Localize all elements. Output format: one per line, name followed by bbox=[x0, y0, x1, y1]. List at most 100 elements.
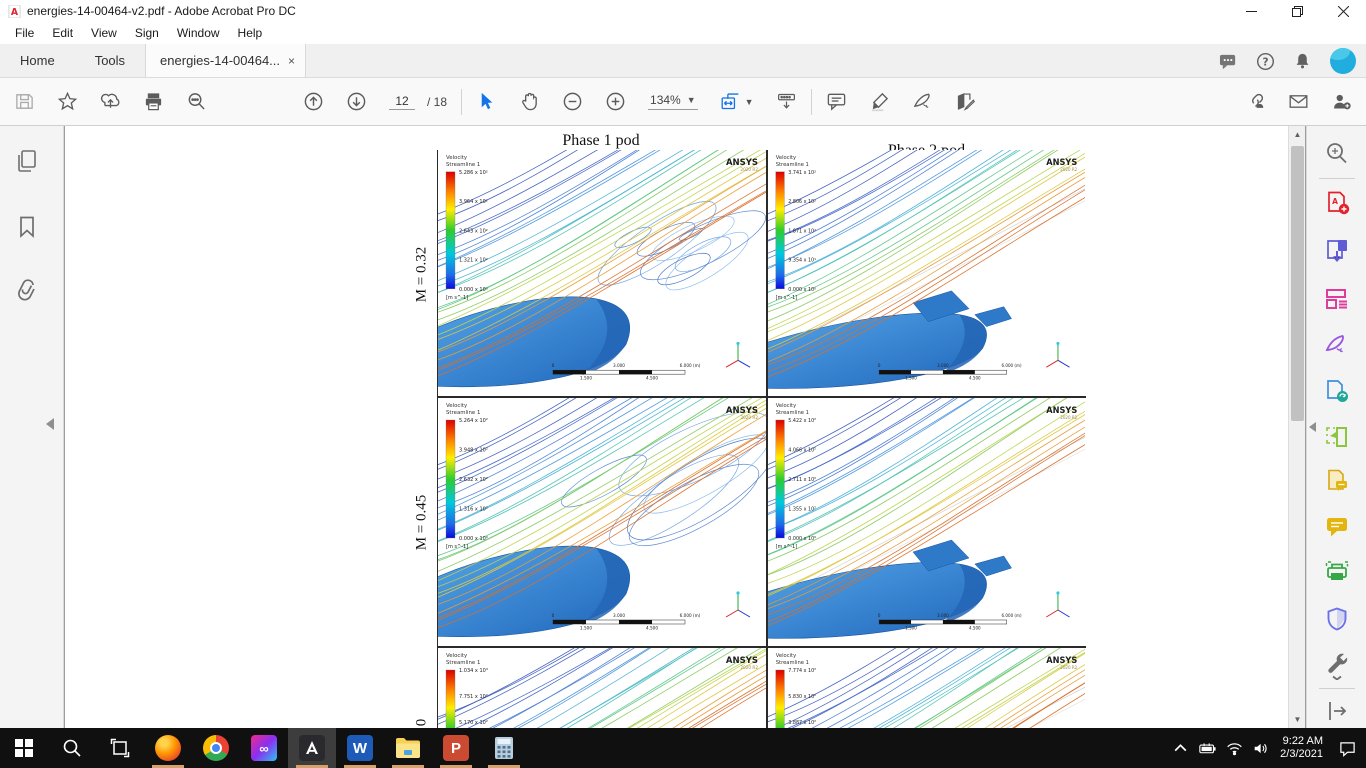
fill-sign-icon[interactable] bbox=[912, 91, 933, 112]
colorbar-tick: 0.000 x 10⁰ bbox=[459, 536, 488, 542]
help-icon[interactable]: ? bbox=[1256, 52, 1275, 71]
email-icon[interactable] bbox=[1288, 91, 1309, 112]
hand-tool-icon[interactable] bbox=[519, 91, 540, 112]
cfd-panel-phase1-m032: Velocity Streamline 1 5.286 x 10²3.964 x… bbox=[438, 150, 766, 396]
svg-text:?: ? bbox=[1262, 56, 1268, 68]
review-document-icon[interactable] bbox=[1324, 468, 1350, 494]
print-icon[interactable] bbox=[143, 91, 164, 112]
menu-sign[interactable]: Sign bbox=[126, 24, 168, 42]
pdf-page: Phase 1 pod Phase 2 pod M = 0.32 M = 0.4… bbox=[65, 126, 1288, 728]
crop-pages-icon[interactable] bbox=[1324, 424, 1350, 450]
save-icon[interactable] bbox=[14, 91, 35, 112]
scroll-down-icon[interactable]: ▼ bbox=[1289, 711, 1306, 728]
bookmarks-icon[interactable] bbox=[14, 214, 40, 240]
scroll-up-icon[interactable]: ▲ bbox=[1289, 126, 1306, 143]
page-display-menu-icon[interactable] bbox=[776, 91, 797, 112]
share-person-icon[interactable] bbox=[1331, 91, 1352, 112]
action-center-icon[interactable] bbox=[1339, 740, 1356, 757]
surface-streamlines bbox=[438, 648, 766, 728]
select-tool-icon[interactable] bbox=[476, 91, 497, 112]
menu-view[interactable]: View bbox=[82, 24, 126, 42]
search-tools-icon[interactable] bbox=[1324, 140, 1350, 166]
account-avatar[interactable] bbox=[1330, 48, 1356, 74]
notifications-bell-icon[interactable] bbox=[1293, 52, 1312, 71]
previous-page-icon[interactable] bbox=[303, 91, 324, 112]
star-bookmark-icon[interactable] bbox=[57, 91, 78, 112]
start-button[interactable] bbox=[0, 728, 48, 768]
comment-icon[interactable] bbox=[826, 91, 847, 112]
svg-text:1.500: 1.500 bbox=[905, 625, 917, 630]
svg-text:Streamline 1: Streamline 1 bbox=[776, 162, 809, 168]
tab-tools[interactable]: Tools bbox=[75, 44, 145, 77]
minimize-button[interactable] bbox=[1228, 0, 1274, 22]
search-icon[interactable] bbox=[186, 91, 207, 112]
menu-window[interactable]: Window bbox=[168, 24, 229, 42]
menu-help[interactable]: Help bbox=[229, 24, 272, 42]
colorbar-tick: 0.000 x 10⁰ bbox=[459, 287, 488, 293]
feedback-chat-icon[interactable] bbox=[1219, 52, 1238, 71]
share-link-icon[interactable] bbox=[1245, 91, 1266, 112]
taskbar-chrome[interactable] bbox=[192, 728, 240, 768]
attachments-icon[interactable] bbox=[14, 278, 40, 304]
task-view-button[interactable] bbox=[96, 728, 144, 768]
colorbar-tick: 7.751 x 10² bbox=[459, 694, 488, 700]
more-tools-wrench-icon[interactable] bbox=[1324, 650, 1350, 680]
main-toolbar: 12 / 18 134% ▼ ▼ bbox=[0, 78, 1366, 126]
fill-sign-tool-icon[interactable] bbox=[1324, 332, 1350, 358]
taskbar-powerpoint[interactable]: P bbox=[432, 728, 480, 768]
battery-icon[interactable] bbox=[1199, 740, 1216, 757]
zoom-in-icon[interactable] bbox=[605, 91, 626, 112]
tab-close-icon[interactable]: × bbox=[288, 54, 295, 68]
taskbar-clock[interactable]: 9:22 AM 2/3/2021 bbox=[1280, 735, 1323, 761]
taskbar-creative-cloud[interactable]: ∞ bbox=[240, 728, 288, 768]
colorbar-units: [m s^-1] bbox=[776, 295, 797, 301]
wifi-icon[interactable] bbox=[1226, 740, 1243, 757]
zoom-out-icon[interactable] bbox=[562, 91, 583, 112]
row-label-m032: M = 0.32 bbox=[414, 225, 431, 325]
next-page-icon[interactable] bbox=[346, 91, 367, 112]
fit-width-icon[interactable]: ▼ bbox=[720, 91, 754, 112]
create-pdf-icon[interactable]: A bbox=[1324, 190, 1350, 216]
send-for-comments-icon[interactable] bbox=[1324, 378, 1350, 404]
svg-text:Streamline 1: Streamline 1 bbox=[776, 660, 809, 666]
taskbar-file-explorer[interactable] bbox=[384, 728, 432, 768]
collapse-left-panel-icon[interactable] bbox=[46, 418, 54, 430]
colorbar-tick: 5.830 x 10² bbox=[788, 694, 816, 700]
export-pdf-icon[interactable] bbox=[1324, 238, 1350, 264]
page-number-input[interactable]: 12 bbox=[389, 94, 415, 110]
cfd-plot: Velocity Streamline 1 5.286 x 10²3.964 x… bbox=[438, 150, 766, 396]
edit-pdf-tool-icon[interactable] bbox=[955, 91, 976, 112]
menu-file[interactable]: File bbox=[6, 24, 43, 42]
tab-home[interactable]: Home bbox=[0, 44, 75, 77]
restore-button[interactable] bbox=[1274, 0, 1320, 22]
cfd-panel-phase2-m045: Velocity Streamline 1 5.422 x 10²4.066 x… bbox=[768, 398, 1085, 646]
zoom-level-control[interactable]: 134% ▼ bbox=[648, 93, 698, 110]
scrollbar-thumb[interactable] bbox=[1291, 146, 1304, 421]
open-tools-panel-icon[interactable] bbox=[1324, 698, 1350, 724]
tab-document[interactable]: energies-14-00464... × bbox=[145, 44, 306, 77]
close-button[interactable] bbox=[1320, 0, 1366, 22]
edit-pdf-icon[interactable] bbox=[1324, 286, 1350, 312]
axis-triad bbox=[1046, 342, 1069, 367]
highlight-icon[interactable] bbox=[869, 91, 890, 112]
vertical-scrollbar[interactable]: ▲ ▼ bbox=[1288, 126, 1305, 728]
comment-tool-icon[interactable] bbox=[1324, 514, 1350, 540]
collapse-right-panel-icon[interactable] bbox=[1309, 422, 1316, 432]
taskbar-calculator[interactable] bbox=[480, 728, 528, 768]
ansys-logo: ANSYS 2020 R2 bbox=[1046, 655, 1077, 670]
volume-icon[interactable] bbox=[1253, 740, 1270, 757]
protect-shield-icon[interactable] bbox=[1324, 606, 1350, 632]
svg-text:2020 R2: 2020 R2 bbox=[1060, 167, 1077, 172]
page-thumbnails-icon[interactable] bbox=[14, 148, 40, 174]
cfd-plot: Velocity Streamline 1 1.034 x 10³7.751 x… bbox=[438, 648, 766, 728]
taskbar-word[interactable]: W bbox=[336, 728, 384, 768]
taskbar-firefox[interactable] bbox=[144, 728, 192, 768]
taskbar-search-button[interactable] bbox=[48, 728, 96, 768]
tray-chevron-icon[interactable] bbox=[1172, 740, 1189, 757]
share-cloud-icon[interactable] bbox=[100, 91, 121, 112]
ansys-logo: ANSYS 2020 R2 bbox=[1046, 405, 1077, 420]
taskbar-acrobat-active[interactable] bbox=[288, 728, 336, 768]
scan-ocr-icon[interactable] bbox=[1324, 560, 1350, 586]
menu-edit[interactable]: Edit bbox=[43, 24, 82, 42]
svg-text:0: 0 bbox=[878, 363, 881, 368]
